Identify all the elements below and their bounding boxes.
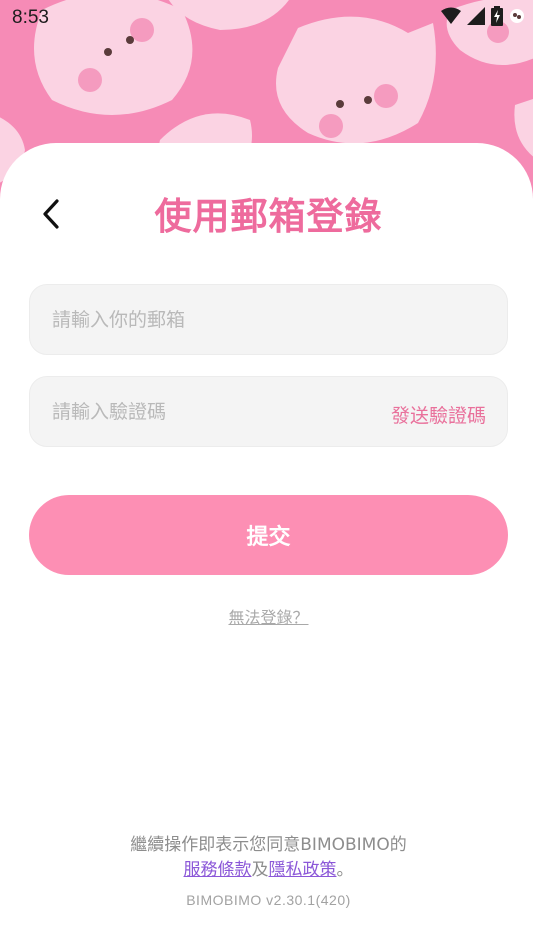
policy-links: 服務條款及隱私政策。 xyxy=(0,855,533,880)
email-input[interactable] xyxy=(30,285,507,354)
wifi-icon xyxy=(441,7,461,24)
battery-charging-icon xyxy=(491,6,503,26)
status-time: 8:53 xyxy=(12,7,49,28)
code-field-container: 發送驗證碼 xyxy=(29,376,508,447)
send-code-button[interactable]: 發送驗證碼 xyxy=(391,401,486,428)
and-text: 及 xyxy=(251,860,269,880)
period-text: 。 xyxy=(336,860,354,880)
submit-button[interactable]: 提交 xyxy=(29,495,508,575)
notification-dot-icon xyxy=(510,9,524,23)
privacy-policy-link[interactable]: 隱私政策 xyxy=(269,860,337,880)
status-bar: 8:53 xyxy=(0,0,533,36)
signal-icon xyxy=(467,7,485,25)
app-version: BIMOBIMO v2.30.1(420) xyxy=(186,892,351,908)
terms-of-service-link[interactable]: 服務條款 xyxy=(184,860,252,880)
email-field-container xyxy=(29,284,508,355)
cant-login-link[interactable]: 無法登錄？ xyxy=(0,604,533,628)
agreement-text: 繼續操作即表示您同意BIMOBIMO的 xyxy=(130,835,407,855)
page-title: 使用郵箱登錄 xyxy=(154,195,383,238)
